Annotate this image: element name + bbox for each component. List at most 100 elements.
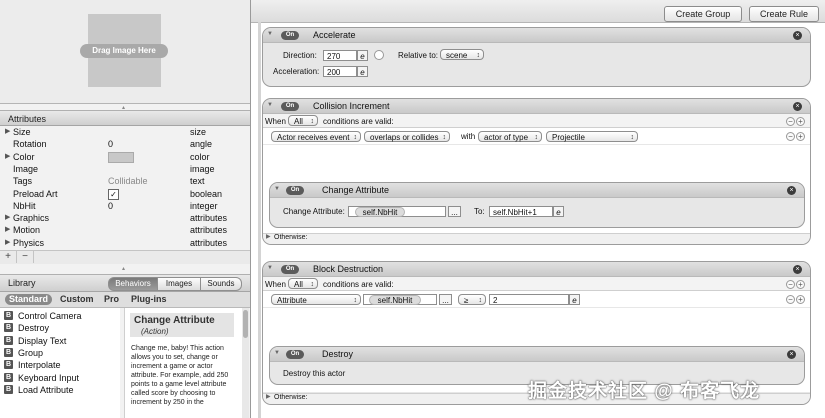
- compare-value-input[interactable]: 2: [489, 294, 569, 305]
- add-condition-icon[interactable]: +: [796, 132, 805, 141]
- category-pro[interactable]: Pro: [104, 294, 119, 305]
- library-scrollbar-thumb[interactable]: [243, 310, 248, 338]
- add-attribute-button[interactable]: +: [0, 251, 17, 263]
- collision-on-toggle[interactable]: On: [281, 102, 299, 111]
- add-condition-icon[interactable]: +: [796, 280, 805, 289]
- accelerate-on-toggle[interactable]: On: [281, 31, 299, 40]
- preload-art-checkbox[interactable]: ✓: [108, 188, 119, 200]
- attribute-name: Rotation: [13, 139, 47, 150]
- expand-triangle-icon[interactable]: ▶: [5, 151, 10, 163]
- list-item[interactable]: B Control Camera: [0, 310, 120, 322]
- remove-attribute-button[interactable]: −: [17, 251, 34, 263]
- direction-expression-button[interactable]: e: [357, 50, 368, 61]
- behavior-icon: B: [4, 384, 13, 394]
- list-item[interactable]: B Destroy: [0, 322, 120, 334]
- collision-increment-rule: ▼ On Collision Increment × When All cond…: [262, 98, 811, 245]
- condition-type-select[interactable]: Attribute: [271, 294, 361, 306]
- attribute-name: Color: [13, 151, 35, 162]
- collapse-triangle-icon[interactable]: ▼: [274, 186, 280, 192]
- actor-type-select[interactable]: Projectile: [546, 131, 638, 143]
- expand-triangle-icon[interactable]: ▶: [266, 393, 271, 400]
- actor-of-type-select[interactable]: actor of type: [478, 131, 542, 143]
- attribute-token[interactable]: self.NbHit: [369, 294, 421, 305]
- create-rule-button[interactable]: Create Rule: [749, 6, 819, 22]
- tab-images[interactable]: Images: [157, 277, 201, 291]
- attribute-row[interactable]: ▶ Color color: [0, 151, 246, 163]
- attribute-value[interactable]: 0: [108, 200, 113, 212]
- attribute-type: attributes: [190, 237, 228, 248]
- attribute-row[interactable]: Tags Collidable text: [0, 175, 246, 187]
- attribute-row[interactable]: Rotation 0 angle: [0, 138, 246, 150]
- category-standard[interactable]: Standard: [5, 294, 53, 305]
- attribute-browse-button[interactable]: ...: [448, 206, 461, 217]
- acceleration-expression-button[interactable]: e: [357, 66, 368, 77]
- attribute-value[interactable]: 0: [108, 138, 113, 150]
- direction-dial-icon[interactable]: [374, 50, 384, 60]
- operator-select[interactable]: ≥: [458, 294, 486, 306]
- list-item[interactable]: B Group: [0, 347, 120, 359]
- value-expression-button[interactable]: e: [569, 294, 580, 305]
- all-select[interactable]: All: [288, 115, 318, 127]
- expand-triangle-icon[interactable]: ▶: [266, 233, 271, 240]
- to-value-input[interactable]: self.NbHit+1: [489, 206, 553, 217]
- attribute-row[interactable]: Image image: [0, 163, 246, 175]
- tab-sounds[interactable]: Sounds: [200, 277, 242, 291]
- collapse-triangle-icon[interactable]: ▼: [274, 350, 280, 356]
- add-condition-icon[interactable]: +: [796, 295, 805, 304]
- expand-triangle-icon[interactable]: ▶: [5, 224, 10, 236]
- remove-condition-icon[interactable]: −: [786, 132, 795, 141]
- all-select[interactable]: All: [288, 278, 318, 290]
- change-attribute-title: Change Attribute: [322, 185, 390, 195]
- splitter-handle-2[interactable]: ▴: [122, 265, 125, 272]
- color-swatch[interactable]: [108, 151, 134, 163]
- expand-triangle-icon[interactable]: ▶: [5, 212, 10, 224]
- acceleration-input[interactable]: 200: [323, 66, 357, 77]
- description-subtitle: (Action): [141, 327, 169, 336]
- list-item[interactable]: B Interpolate: [0, 359, 120, 371]
- change-attribute-on-toggle[interactable]: On: [286, 186, 304, 195]
- list-item-label: Destroy: [18, 323, 50, 334]
- attribute-row[interactable]: ▶ Size size: [0, 126, 246, 138]
- direction-input[interactable]: 270: [323, 50, 357, 61]
- to-expression-button[interactable]: e: [553, 206, 564, 217]
- expand-triangle-icon[interactable]: ▶: [5, 237, 10, 249]
- category-plugins[interactable]: Plug-ins: [131, 294, 167, 305]
- attributes-footer: + −: [0, 250, 250, 264]
- destruction-on-toggle[interactable]: On: [281, 265, 299, 274]
- conditions-text: conditions are valid:: [323, 280, 394, 289]
- attribute-row[interactable]: ▶ Graphics attributes: [0, 212, 246, 224]
- remove-condition-icon[interactable]: −: [786, 280, 795, 289]
- attribute-row[interactable]: NbHit 0 integer: [0, 200, 246, 212]
- collapse-triangle-icon[interactable]: ▼: [267, 31, 273, 37]
- close-icon[interactable]: ×: [787, 186, 796, 195]
- relative-to-select[interactable]: scene: [440, 49, 484, 61]
- list-item[interactable]: B Load Attribute: [0, 384, 120, 396]
- close-icon[interactable]: ×: [793, 102, 802, 111]
- destroy-on-toggle[interactable]: On: [286, 350, 304, 359]
- event-select[interactable]: Actor receives event: [271, 131, 361, 143]
- add-condition-icon[interactable]: +: [796, 117, 805, 126]
- attribute-value[interactable]: Collidable: [108, 175, 148, 187]
- expand-triangle-icon[interactable]: ▶: [5, 126, 10, 138]
- collision-title: Collision Increment: [313, 101, 390, 111]
- list-item[interactable]: B Keyboard Input: [0, 372, 120, 384]
- tab-behaviors[interactable]: Behaviors: [108, 277, 158, 291]
- remove-condition-icon[interactable]: −: [786, 117, 795, 126]
- collapse-triangle-icon[interactable]: ▼: [267, 102, 273, 108]
- attribute-row[interactable]: Preload Art ✓ boolean: [0, 188, 246, 200]
- close-icon[interactable]: ×: [793, 31, 802, 40]
- close-icon[interactable]: ×: [793, 265, 802, 274]
- collision-type-select[interactable]: overlaps or collides: [364, 131, 450, 143]
- attribute-row[interactable]: ▶ Physics attributes: [0, 237, 246, 249]
- create-group-button[interactable]: Create Group: [664, 6, 742, 22]
- attribute-browse-button[interactable]: ...: [439, 294, 452, 305]
- remove-condition-icon[interactable]: −: [786, 295, 795, 304]
- close-icon[interactable]: ×: [787, 350, 796, 359]
- category-custom[interactable]: Custom: [60, 294, 94, 305]
- attribute-row[interactable]: ▶ Motion attributes: [0, 224, 246, 236]
- library-header: Library Behaviors Images Sounds: [0, 274, 250, 292]
- list-item[interactable]: B Display Text: [0, 335, 120, 347]
- collapse-triangle-icon[interactable]: ▼: [267, 265, 273, 271]
- accelerate-behavior: ▼ On Accelerate × Direction: 270 e Relat…: [262, 27, 811, 87]
- attribute-token[interactable]: self.NbHit: [355, 206, 405, 217]
